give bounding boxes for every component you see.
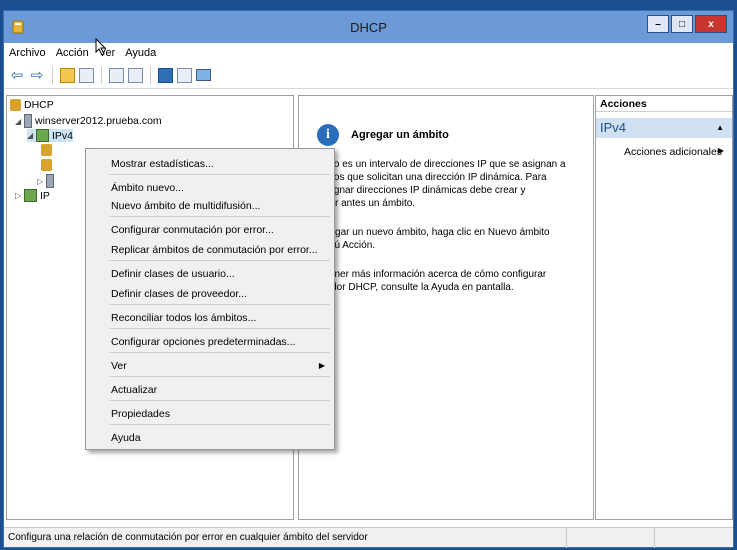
context-menu: Mostrar estadísticas... Ámbito nuevo... … xyxy=(85,148,335,450)
submenu-arrow-icon[interactable]: ▶ xyxy=(718,146,724,155)
actions-pane: Acciones IPv4 ▲ Acciones adicionales ▶ xyxy=(595,95,733,520)
collapse-triangle-icon[interactable]: ▲ xyxy=(716,118,724,138)
ctx-reconciliar-ambitos[interactable]: Reconciliar todos los ámbitos... xyxy=(111,312,256,324)
ctx-mostrar-estadisticas[interactable]: Mostrar estadísticas... xyxy=(111,158,214,170)
collapse-arrow-icon[interactable]: ◢ xyxy=(27,131,36,140)
toolbar: ⇦ ⇨ xyxy=(4,62,733,89)
submenu-arrow-icon: ▶ xyxy=(318,361,325,370)
folder-icon xyxy=(41,159,52,171)
show-hide-tree-icon[interactable] xyxy=(79,67,94,83)
folder-icon xyxy=(41,144,52,156)
content-paragraph: mbito es un intervalo de direcciones IP … xyxy=(315,159,566,209)
menu-accion[interactable]: Acción xyxy=(51,47,94,59)
actions-section-ipv4[interactable]: IPv4 ▲ xyxy=(596,118,732,138)
properties-icon[interactable] xyxy=(109,67,124,83)
ctx-separator xyxy=(109,400,330,401)
ctx-separator xyxy=(109,216,330,217)
mouse-cursor-icon xyxy=(95,38,107,56)
server-icon xyxy=(24,114,32,128)
status-text: Configura una relación de conmutación po… xyxy=(8,532,368,543)
server-icon xyxy=(46,174,54,188)
collapse-arrow-icon[interactable]: ◢ xyxy=(15,117,24,126)
content-paragraph: obtener más información acerca de cómo c… xyxy=(315,269,547,293)
ctx-separator xyxy=(109,424,330,425)
status-cell xyxy=(566,528,567,548)
actions-section-label: IPv4 xyxy=(600,120,627,135)
toolbar-separator xyxy=(150,66,151,84)
ctx-separator xyxy=(109,174,330,175)
window-title: DHCP xyxy=(350,20,387,35)
tree-node-dhcp[interactable]: DHCP xyxy=(10,99,54,111)
ctx-ayuda[interactable]: Ayuda xyxy=(111,432,141,444)
status-cell xyxy=(654,528,655,548)
status-bar: Configura una relación de conmutación po… xyxy=(4,527,733,548)
up-folder-icon[interactable] xyxy=(60,67,75,83)
ctx-separator xyxy=(109,328,330,329)
ctx-separator xyxy=(109,376,330,377)
ctx-separator xyxy=(109,260,330,261)
menu-bar: Archivo Acción Ver Ayuda xyxy=(4,43,733,62)
ctx-configurar-conmutacion[interactable]: Configurar conmutación por error... xyxy=(111,224,274,236)
ctx-nuevo-ambito-multidifusion[interactable]: Nuevo ámbito de multidifusión... xyxy=(111,200,260,212)
ctx-clases-proveedor[interactable]: Definir clases de proveedor... xyxy=(111,288,247,300)
actions-item-more[interactable]: Acciones adicionales xyxy=(624,146,722,158)
forward-arrow-icon[interactable]: ⇨ xyxy=(29,67,45,84)
ipv6-icon xyxy=(24,189,37,202)
toolbar-separator xyxy=(101,66,102,84)
close-button[interactable]: x xyxy=(695,15,727,33)
expand-arrow-icon[interactable]: ▷ xyxy=(37,177,46,186)
ctx-separator xyxy=(109,304,330,305)
ctx-ambito-nuevo[interactable]: Ámbito nuevo... xyxy=(111,182,184,194)
tree-label-server: winserver2012.prueba.com xyxy=(35,115,162,127)
ctx-separator xyxy=(109,352,330,353)
content-paragraph: agregar un nuevo ámbito, haga clic en Nu… xyxy=(315,227,550,251)
dhcp-icon xyxy=(10,99,21,111)
title-bar[interactable]: DHCP – □ x xyxy=(4,11,733,43)
ipv4-icon xyxy=(36,129,49,142)
tree-node-child[interactable]: ▷ xyxy=(37,174,57,188)
content-pane: i Agregar un ámbito mbito es un interval… xyxy=(298,95,594,520)
menu-archivo[interactable]: Archivo xyxy=(4,47,51,59)
tree-node-child[interactable] xyxy=(41,159,55,171)
minimize-button[interactable]: – xyxy=(647,15,669,33)
help-icon[interactable] xyxy=(158,67,173,83)
ctx-opciones-predeterminadas[interactable]: Configurar opciones predeterminadas... xyxy=(111,336,295,348)
tree-node-ipv4[interactable]: ◢ IPv4 xyxy=(27,129,74,142)
monitor-icon[interactable] xyxy=(196,69,211,81)
toolbar-separator xyxy=(52,66,53,84)
maximize-button[interactable]: □ xyxy=(671,15,693,33)
refresh-icon[interactable] xyxy=(128,67,143,83)
tree-node-child[interactable] xyxy=(41,144,55,156)
expand-arrow-icon[interactable]: ▷ xyxy=(15,191,24,200)
ctx-clases-usuario[interactable]: Definir clases de usuario... xyxy=(111,268,235,280)
content-title: Agregar un ámbito xyxy=(351,129,449,141)
tree-label-dhcp: DHCP xyxy=(24,99,54,111)
back-arrow-icon[interactable]: ⇦ xyxy=(9,67,25,84)
ctx-actualizar[interactable]: Actualizar xyxy=(111,384,157,396)
mmc-icon[interactable] xyxy=(177,67,192,83)
dhcp-window: DHCP – □ x Archivo Acción Ver Ayuda ⇦ ⇨ … xyxy=(3,10,734,548)
info-icon: i xyxy=(317,124,339,146)
tree-node-server[interactable]: ◢ winserver2012.prueba.com xyxy=(15,114,162,128)
ctx-propiedades[interactable]: Propiedades xyxy=(111,408,170,420)
tree-label-ipv6: IP xyxy=(40,189,50,202)
tree-label-ipv4: IPv4 xyxy=(52,129,74,142)
actions-header: Acciones xyxy=(596,96,732,112)
ctx-ver[interactable]: Ver xyxy=(111,360,127,372)
tree-node-ipv6[interactable]: ▷ IP xyxy=(15,189,50,202)
menu-ayuda[interactable]: Ayuda xyxy=(120,47,161,59)
ctx-replicar-ambitos[interactable]: Replicar ámbitos de conmutación por erro… xyxy=(111,244,318,256)
